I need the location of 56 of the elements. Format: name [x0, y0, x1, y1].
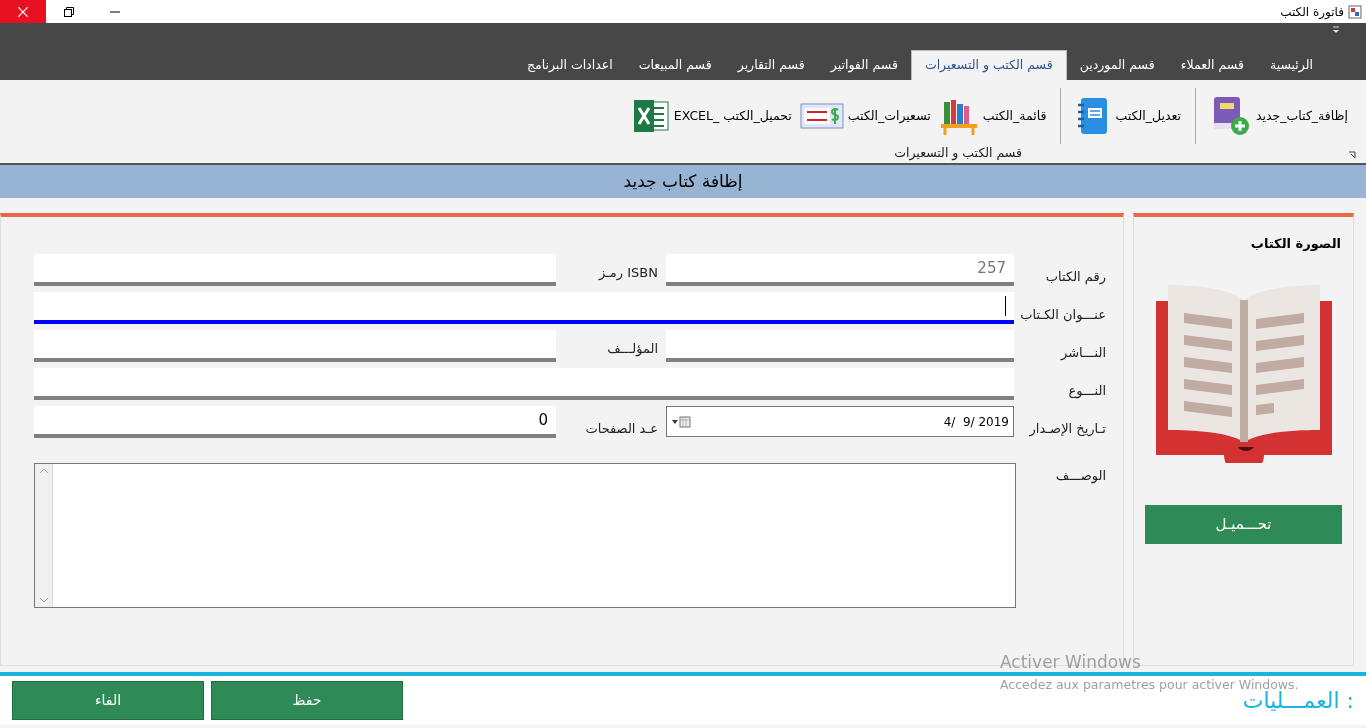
input-field[interactable]: 257 [666, 254, 1014, 286]
field-label: رمـز ISBN [598, 263, 658, 282]
scrollbar[interactable] [35, 464, 53, 607]
ribbon-button[interactable]: إظافة_كتاب_جديد [1205, 93, 1352, 139]
input-field[interactable] [34, 330, 556, 362]
field-label: تـاريخ الإصـدار [1029, 419, 1106, 438]
field-value: 257 [977, 257, 1006, 279]
ribbon-tab[interactable]: قسم المبيعات [625, 50, 725, 80]
ribbon-tab[interactable]: قسم الفواتير [817, 50, 911, 80]
ribbon-tab[interactable]: الرئيسية [1256, 50, 1326, 80]
field-value: 0 [538, 409, 548, 431]
text-cursor [1005, 296, 1006, 316]
upload-button[interactable]: تحـــميـل [1145, 505, 1342, 544]
ribbon-button[interactable]: تسعيرات_الكتب [795, 93, 935, 139]
action-button[interactable]: حفظ [211, 681, 403, 720]
action-button[interactable]: الفاء [12, 681, 204, 720]
dialog-launcher-icon[interactable] [1348, 151, 1356, 159]
quick-access-icon[interactable] [1332, 26, 1340, 35]
input-field[interactable] [34, 292, 1014, 324]
panel-title: الصورة الكتاب [1250, 236, 1341, 251]
date-value: 4/ 9/ 2019 [943, 413, 1009, 431]
ribbon-tab[interactable]: قسم الكتب و التسعيرات [910, 50, 1067, 80]
price-icon [799, 102, 844, 130]
activation-text: Accedez aux parametres pour activer Windows. [1000, 675, 1299, 692]
field-label: النـــوع [1068, 381, 1106, 400]
field-label: المؤلـــف [607, 339, 658, 358]
ribbon-tab[interactable]: قسم التقارير [724, 50, 818, 80]
calendar-dropdown-icon [671, 415, 691, 428]
input-field[interactable] [666, 330, 1014, 362]
date-picker[interactable]: 4/ 9/ 2019 [666, 406, 1014, 437]
page-title: إظافة كتاب جديد [623, 169, 743, 193]
ribbon-group-label: قسم الكتب و التسعيرات [894, 144, 1022, 163]
description-field[interactable] [34, 463, 1016, 608]
ribbon-button[interactable]: قائمة_الكتب [934, 93, 1051, 139]
close-icon [18, 6, 28, 17]
window-title: فاتورة الكتب [1280, 3, 1344, 21]
ribbon-button[interactable]: تعديل_الكتب [1071, 93, 1185, 139]
restore-icon [64, 6, 74, 17]
field-label: عـد الصفحات [585, 419, 658, 438]
scroll-down-icon [39, 598, 48, 603]
spreadsheet-icon [631, 98, 670, 134]
input-field[interactable] [34, 368, 1014, 400]
minimize-icon [110, 10, 120, 13]
input-field[interactable] [34, 254, 556, 286]
field-label: رقم الكتاب [1045, 267, 1106, 286]
ribbon-tab[interactable]: قسم الموردين [1066, 50, 1168, 80]
scroll-up-icon [39, 468, 48, 473]
field-label: عنـــوان الكـتاب [1020, 305, 1106, 324]
field-label: الوصـــف [1055, 467, 1106, 486]
activation-title: Activer Windows [1000, 651, 1142, 674]
ribbon-button[interactable]: EXCEL_ تحميل_الكتب [627, 93, 796, 139]
ribbon-tab[interactable]: اعدادات البرنامج [513, 50, 626, 80]
ribbon-tab[interactable]: قسم العملاء [1167, 50, 1257, 80]
field-label: النـــاشر [1061, 343, 1106, 362]
app-icon [1348, 4, 1362, 19]
input-field[interactable]: 0 [34, 406, 556, 438]
